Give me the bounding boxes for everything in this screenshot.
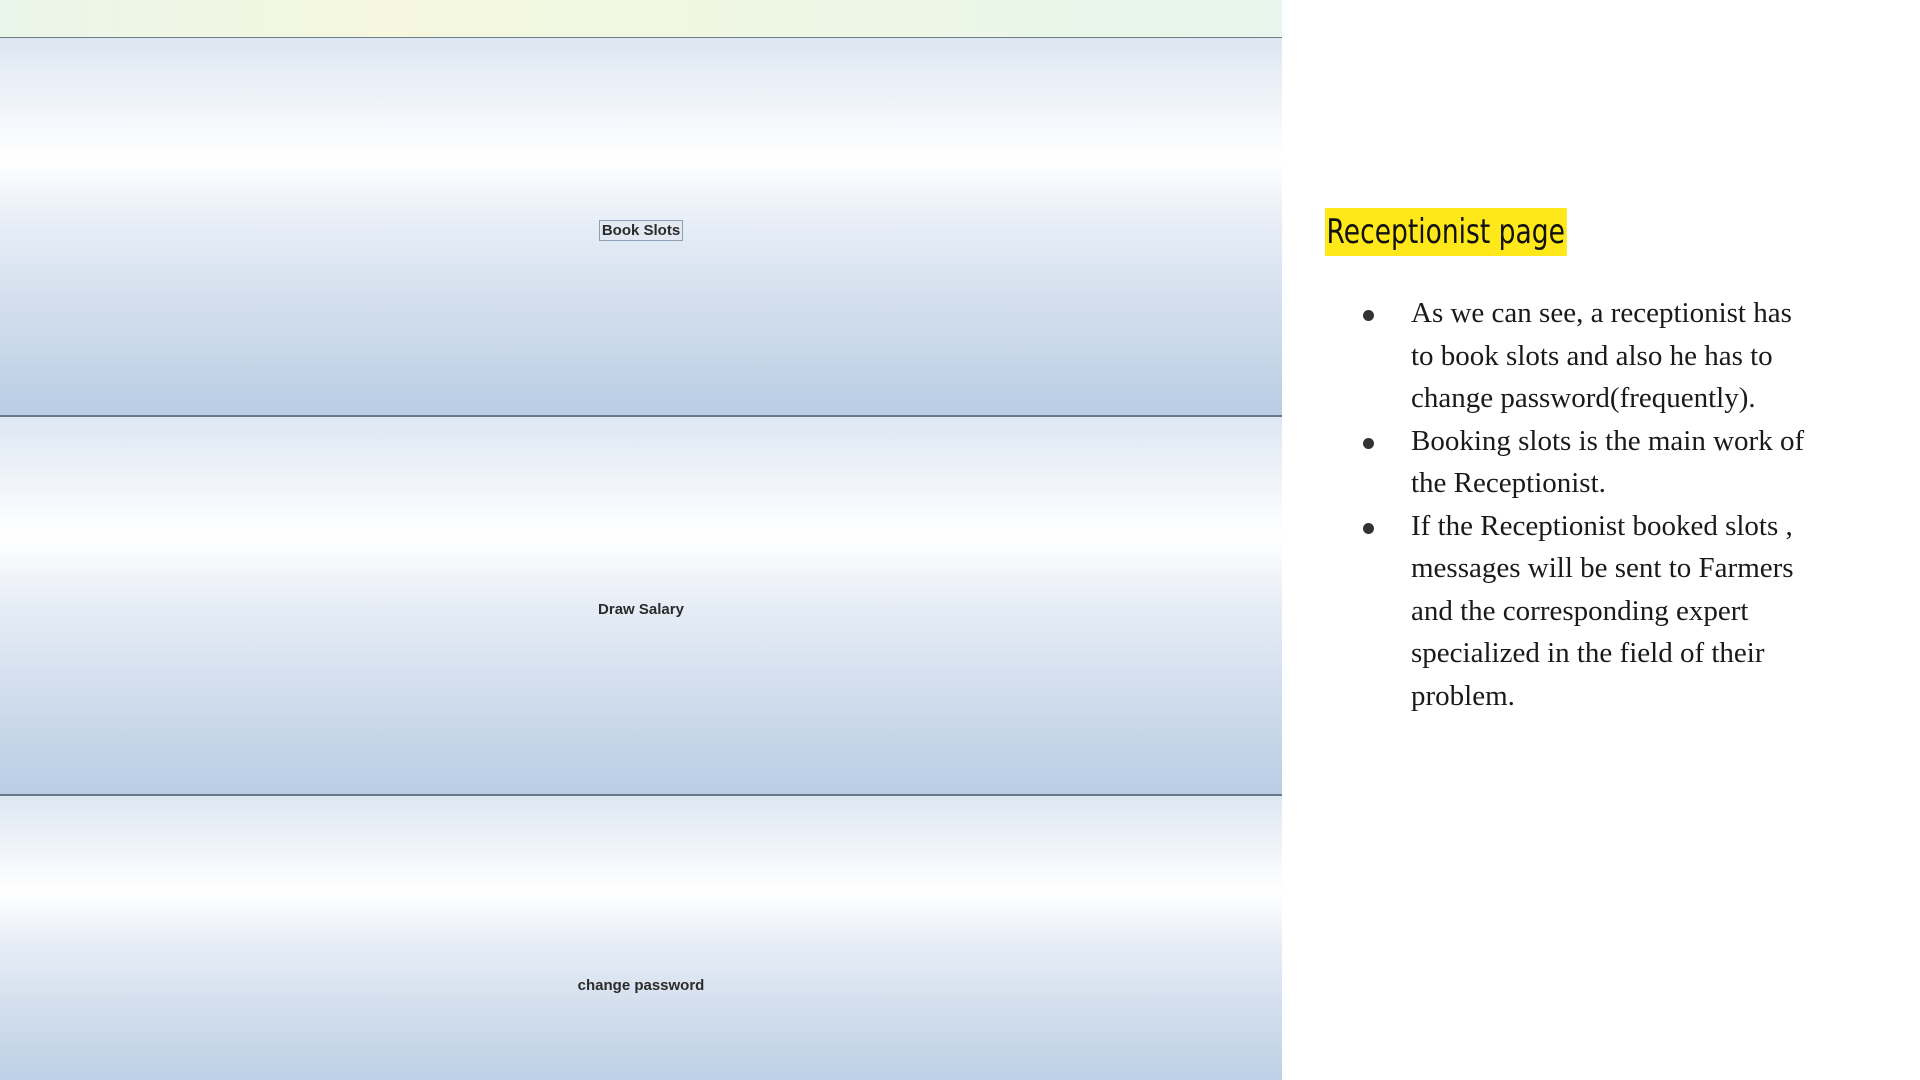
bullet-dot-icon bbox=[1363, 437, 1374, 449]
book-slots-button[interactable]: Book Slots bbox=[0, 38, 1282, 417]
slide-notes: Receptionist page As we can see, a recep… bbox=[1325, 208, 1845, 717]
change-password-label: change password bbox=[577, 977, 705, 994]
bullet-text: Booking slots is the main work of the Re… bbox=[1411, 424, 1805, 500]
bullet-item: If the Receptionist booked slots , messa… bbox=[1325, 505, 1821, 718]
slide: Book Slots Draw Salary change password R… bbox=[0, 0, 1920, 1080]
change-password-button[interactable]: change password bbox=[0, 796, 1282, 1080]
bullet-dot-icon bbox=[1363, 310, 1374, 321]
bullet-item: As we can see, a receptionist has to boo… bbox=[1325, 292, 1821, 420]
receptionist-app-screenshot: Book Slots Draw Salary change password bbox=[0, 0, 1282, 1080]
app-top-bar bbox=[0, 0, 1282, 38]
draw-salary-button[interactable]: Draw Salary bbox=[0, 417, 1282, 796]
slide-title: Receptionist page bbox=[1325, 208, 1567, 256]
bullet-text: If the Receptionist booked slots , messa… bbox=[1411, 509, 1794, 712]
bullet-dot-icon bbox=[1363, 522, 1374, 534]
bullet-item: Booking slots is the main work of the Re… bbox=[1325, 420, 1821, 505]
bullet-text: As we can see, a receptionist has to boo… bbox=[1411, 297, 1792, 414]
draw-salary-label: Draw Salary bbox=[598, 601, 684, 618]
book-slots-label: Book Slots bbox=[598, 220, 684, 241]
bullet-list: As we can see, a receptionist has to boo… bbox=[1325, 292, 1845, 717]
